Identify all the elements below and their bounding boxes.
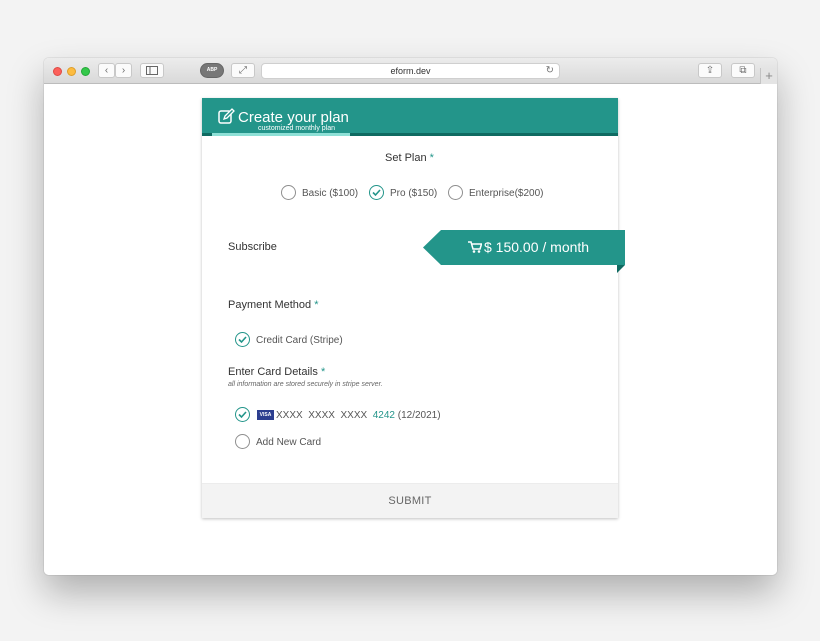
price-text: $ 150.00 / month [484, 239, 590, 255]
cart-icon [468, 241, 482, 253]
fullscreen-icon[interactable]: ⤢ [231, 63, 255, 78]
new-tab-button[interactable]: + [760, 68, 777, 84]
page-content: Create your plan customized monthly plan… [44, 84, 777, 575]
header-accent-bar [212, 133, 350, 136]
visa-icon: VISA [257, 410, 274, 420]
plan-basic-radio[interactable] [281, 185, 296, 200]
credit-card-radio[interactable] [235, 332, 250, 347]
form-header: Create your plan customized monthly plan [202, 98, 618, 136]
address-bar[interactable]: eform.dev ↻ [261, 63, 560, 79]
subscribe-label: Subscribe [228, 241, 277, 253]
saved-card-label[interactable]: XXXX XXXX XXXX 4242 (12/2021) [276, 410, 441, 421]
saved-card-radio[interactable] [235, 407, 250, 422]
payment-method-label: Payment Method * [228, 299, 319, 311]
plan-form-card: Create your plan customized monthly plan… [202, 98, 625, 518]
plan-enterprise-label[interactable]: Enterprise($200) [469, 188, 543, 199]
card-details-label: Enter Card Details * [228, 366, 326, 378]
sidebar-icon[interactable] [140, 63, 164, 78]
plan-pro-label[interactable]: Pro ($150) [390, 188, 437, 199]
share-icon[interactable]: ⇪ [698, 63, 722, 78]
zoom-window-button[interactable] [81, 67, 90, 76]
url-text: eform.dev [390, 66, 431, 76]
add-new-card-label[interactable]: Add New Card [256, 437, 321, 448]
close-window-button[interactable] [53, 67, 62, 76]
adblock-icon[interactable]: ABP [200, 63, 224, 78]
browser-window: ‹ › ABP ⤢ eform.dev ↻ ⇪ ⧉ + Create your … [44, 58, 777, 575]
edit-icon [218, 108, 235, 124]
form-title: Create your plan [238, 109, 349, 126]
plan-pro-radio[interactable] [369, 185, 384, 200]
credit-card-label[interactable]: Credit Card (Stripe) [256, 335, 343, 346]
back-button[interactable]: ‹ [98, 63, 115, 78]
plan-basic-label[interactable]: Basic ($100) [302, 188, 358, 199]
add-new-card-radio[interactable] [235, 434, 250, 449]
browser-toolbar: ‹ › ABP ⤢ eform.dev ↻ ⇪ ⧉ + [44, 58, 777, 84]
form-subtitle: customized monthly plan [258, 125, 336, 132]
forward-button[interactable]: › [115, 63, 132, 78]
set-plan-label: Set Plan * [385, 152, 434, 164]
reload-icon[interactable]: ↻ [546, 64, 554, 78]
checkmark-icon [372, 189, 381, 197]
plan-enterprise-radio[interactable] [448, 185, 463, 200]
security-note: all information are stored securely in s… [228, 381, 383, 388]
checkmark-icon [238, 336, 247, 344]
price-ribbon: $ 150.00 / month [423, 230, 625, 273]
checkmark-icon [238, 411, 247, 419]
minimize-window-button[interactable] [67, 67, 76, 76]
tabs-icon[interactable]: ⧉ [731, 63, 755, 78]
submit-button[interactable]: SUBMIT [202, 483, 618, 518]
